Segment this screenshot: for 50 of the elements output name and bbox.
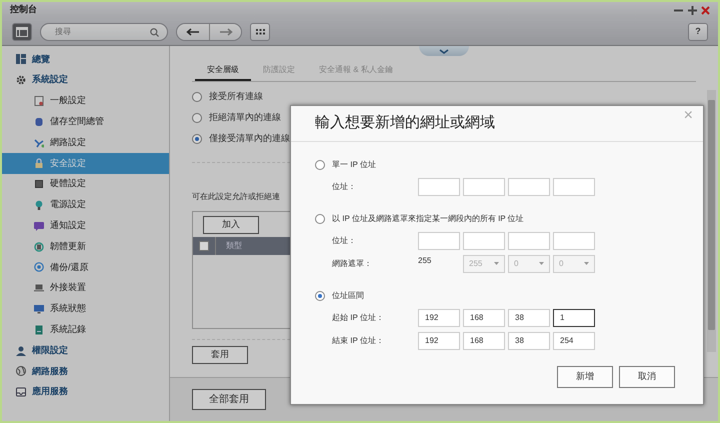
radio-label: 接受所有連線 — [209, 90, 263, 104]
sidebar-item[interactable]: 系統記錄 — [2, 319, 169, 340]
field-label: 結束 IP 位址： — [332, 334, 385, 346]
sidebar-item[interactable]: 儲存空間總管 — [2, 111, 169, 132]
ip-octet-field[interactable]: 168 — [463, 332, 505, 350]
field-label: 網路遮罩： — [332, 258, 373, 270]
tab[interactable]: 安全層級 — [195, 61, 251, 81]
sidebar-item[interactable]: 電源設定 — [2, 194, 169, 216]
dialog-button[interactable]: 新增 — [557, 366, 613, 388]
ip-octet-field[interactable]: 168 — [463, 308, 505, 326]
field-label: 位址： — [332, 234, 357, 246]
radio-label: 僅接受清單內的連線 — [209, 132, 290, 146]
ip-octet-field[interactable]: 254 — [553, 332, 595, 350]
sidebar-item[interactable]: 總覽 — [2, 49, 169, 70]
dialog-button[interactable]: 取消 — [619, 366, 675, 388]
mask-select: 255 — [463, 254, 505, 272]
sidebar-item[interactable]: 網路設定 — [2, 132, 169, 153]
description-text: 可在此設定允許或拒絕連 — [192, 190, 280, 202]
apply-button[interactable]: 套用 — [192, 346, 248, 364]
sidebar-item[interactable]: 權限設定 — [2, 340, 169, 361]
ip-octet-field[interactable]: 1 — [553, 308, 595, 326]
sidebar-item[interactable]: 系統狀態 — [2, 298, 169, 320]
ip-octet-field[interactable]: 192 — [418, 332, 460, 350]
ip-octet-field[interactable]: 38 — [508, 332, 550, 350]
sidebar-item[interactable]: 外接裝置 — [2, 278, 169, 299]
search-field[interactable]: 搜尋 — [40, 22, 168, 40]
apply-all-button[interactable]: 全部套用 — [192, 389, 266, 410]
radio-label: 單一 IP 位址 — [332, 158, 376, 170]
mask-select: 0 — [553, 254, 595, 272]
help-button[interactable]: ? — [688, 22, 708, 40]
sidebar-item[interactable]: 韌體更新 — [2, 236, 169, 257]
sidebar-item[interactable]: 一般設定 — [2, 90, 169, 112]
sidebar-item[interactable]: 應用服務 — [2, 382, 169, 403]
sidebar-item[interactable]: 網路服務 — [2, 360, 169, 382]
radio-label: 拒絕清單內的連線 — [209, 111, 281, 124]
sidebar-item[interactable]: 系統設定 — [2, 70, 169, 91]
field-label: 位址： — [332, 180, 357, 192]
mask-value: 255 — [418, 254, 432, 266]
add-button[interactable]: 加入 — [203, 216, 259, 234]
field-label: 起始 IP 位址： — [332, 312, 385, 324]
radio-label: 以 IP 位址及網路遮罩來指定某一網段內的所有 IP 位址 — [332, 212, 524, 224]
sidebar-item[interactable]: 通知設定 — [2, 215, 169, 236]
window-title: 控制台 — [10, 3, 37, 16]
ip-octet-field[interactable]: 192 — [418, 308, 460, 326]
radio-label: 位址區間 — [332, 290, 364, 302]
column-header: 類型 — [215, 236, 242, 254]
mask-select: 0 — [508, 254, 550, 272]
ip-octet-field[interactable]: 38 — [508, 308, 550, 326]
sidebar-item[interactable]: 備份/還原 — [2, 256, 169, 278]
dialog-title: 輸入想要新增的網址或網域 — [315, 113, 495, 134]
